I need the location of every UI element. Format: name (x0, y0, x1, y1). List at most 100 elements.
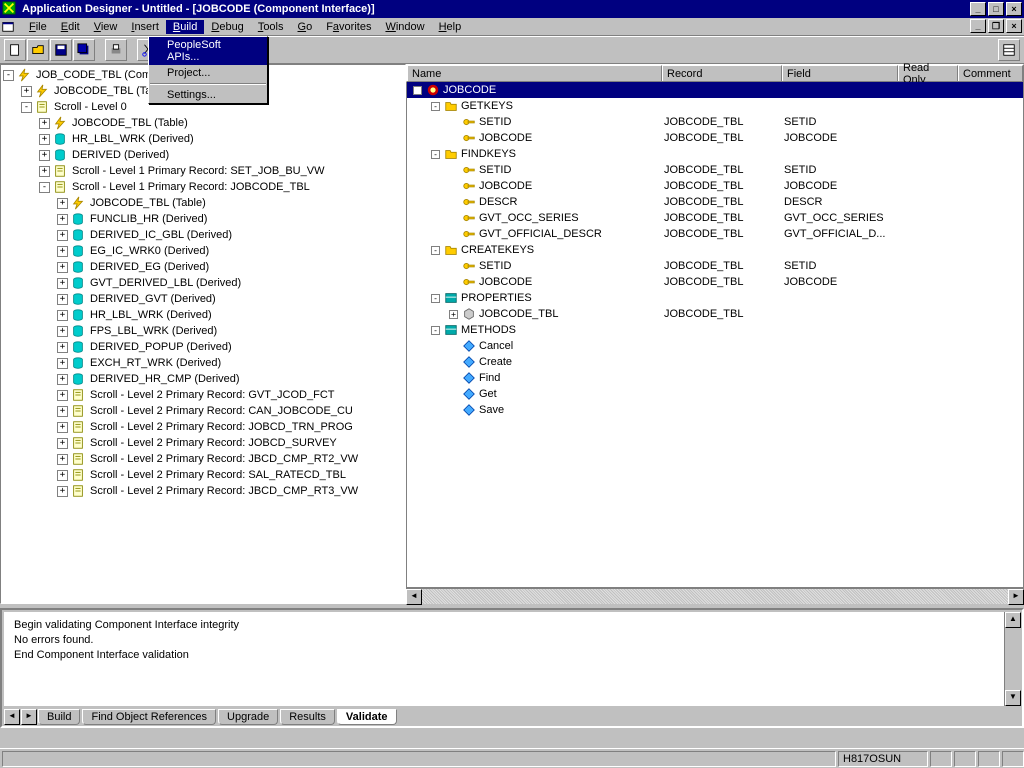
menu-item-peoplesoft-apis[interactable]: PeopleSoft APIs... (149, 37, 267, 65)
mdi-close-button[interactable]: × (1006, 19, 1022, 33)
scroll-left-button[interactable]: ◄ (406, 589, 422, 605)
scroll-up-button[interactable]: ▲ (1005, 612, 1021, 628)
menu-file[interactable]: FFileile (22, 20, 54, 34)
grid-row[interactable]: GVT_OFFICIAL_DESCRJOBCODE_TBLGVT_OFFICIA… (407, 226, 1023, 242)
tree-row[interactable]: +Scroll - Level 2 Primary Record: JOBCD_… (3, 435, 405, 451)
menu-favorites[interactable]: Favorites (319, 20, 378, 34)
grid-row[interactable]: Cancel (407, 338, 1023, 354)
expand-toggle[interactable]: - (431, 294, 440, 303)
menu-debug[interactable]: Debug (204, 20, 250, 34)
tree-row[interactable]: +DERIVED_EG (Derived) (3, 259, 405, 275)
tree-row[interactable]: +EXCH_RT_WRK (Derived) (3, 355, 405, 371)
expand-toggle[interactable]: - (413, 86, 422, 95)
grid-row[interactable]: SETIDJOBCODE_TBLSETID (407, 162, 1023, 178)
grid-row[interactable]: -PROPERTIES (407, 290, 1023, 306)
grid-row[interactable]: -FINDKEYS (407, 146, 1023, 162)
output-tab[interactable]: Validate (337, 709, 397, 725)
menu-tools[interactable]: Tools (251, 20, 291, 34)
expand-toggle[interactable]: + (57, 390, 68, 401)
grid-row[interactable]: JOBCODEJOBCODE_TBLJOBCODE (407, 274, 1023, 290)
col-record[interactable]: Record (662, 65, 782, 81)
expand-toggle[interactable]: + (57, 278, 68, 289)
grid-row[interactable]: JOBCODEJOBCODE_TBLJOBCODE (407, 130, 1023, 146)
expand-toggle[interactable]: + (57, 438, 68, 449)
tree-row[interactable]: +DERIVED_POPUP (Derived) (3, 339, 405, 355)
tree-row[interactable]: +EG_IC_WRK0 (Derived) (3, 243, 405, 259)
grid-row[interactable]: -METHODS (407, 322, 1023, 338)
expand-toggle[interactable]: + (57, 326, 68, 337)
grid-row[interactable]: Create (407, 354, 1023, 370)
tree-row[interactable]: +FUNCLIB_HR (Derived) (3, 211, 405, 227)
tree-row[interactable]: +Scroll - Level 2 Primary Record: JOBCD_… (3, 419, 405, 435)
expand-toggle[interactable]: + (57, 214, 68, 225)
expand-toggle[interactable]: + (449, 310, 458, 319)
expand-toggle[interactable]: + (57, 198, 68, 209)
toolbar-print-button[interactable] (105, 39, 127, 61)
tab-scroll-left-button[interactable]: ◄ (4, 709, 20, 725)
expand-toggle[interactable]: + (21, 86, 32, 97)
tree-row[interactable]: +Scroll - Level 2 Primary Record: SAL_RA… (3, 467, 405, 483)
tree-row[interactable]: +Scroll - Level 2 Primary Record: GVT_JC… (3, 387, 405, 403)
minimize-button[interactable]: _ (970, 2, 986, 16)
toolbar-properties-button[interactable] (998, 39, 1020, 61)
tree-row[interactable]: +DERIVED_GVT (Derived) (3, 291, 405, 307)
grid-row[interactable]: GVT_OCC_SERIESJOBCODE_TBLGVT_OCC_SERIES (407, 210, 1023, 226)
scroll-right-button[interactable]: ► (1008, 589, 1024, 605)
menu-edit[interactable]: Edit (54, 20, 87, 34)
col-comment[interactable]: Comment (958, 65, 1023, 81)
menu-window[interactable]: Window (378, 20, 431, 34)
close-button[interactable]: × (1006, 2, 1022, 16)
tree-row[interactable]: +DERIVED_HR_CMP (Derived) (3, 371, 405, 387)
col-field[interactable]: Field (782, 65, 898, 81)
menu-insert[interactable]: Insert (124, 20, 166, 34)
output-vertical-scrollbar[interactable]: ▲ ▼ (1004, 612, 1020, 706)
expand-toggle[interactable]: + (57, 454, 68, 465)
expand-toggle[interactable]: - (431, 102, 440, 111)
grid-row[interactable]: Find (407, 370, 1023, 386)
grid-row[interactable]: SETIDJOBCODE_TBLSETID (407, 114, 1023, 130)
expand-toggle[interactable]: - (21, 102, 32, 113)
toolbar-new-button[interactable] (4, 39, 26, 61)
output-tab[interactable]: Results (280, 709, 335, 725)
tree-row[interactable]: -Scroll - Level 1 Primary Record: JOBCOD… (3, 179, 405, 195)
menu-item-project[interactable]: Project... (149, 65, 267, 81)
expand-toggle[interactable]: - (3, 70, 14, 81)
expand-toggle[interactable]: + (39, 118, 50, 129)
expand-toggle[interactable]: + (57, 294, 68, 305)
mdi-system-icon[interactable] (1, 19, 17, 35)
menu-view[interactable]: View (87, 20, 125, 34)
toolbar-open-button[interactable] (27, 39, 49, 61)
output-tab[interactable]: Build (38, 709, 80, 725)
grid-row[interactable]: DESCRJOBCODE_TBLDESCR (407, 194, 1023, 210)
expand-toggle[interactable]: + (57, 470, 68, 481)
grid-row[interactable]: -GETKEYS (407, 98, 1023, 114)
tree-row[interactable]: +Scroll - Level 2 Primary Record: JBCD_C… (3, 483, 405, 499)
expand-toggle[interactable]: + (57, 246, 68, 257)
output-tab[interactable]: Find Object References (82, 709, 216, 725)
expand-toggle[interactable]: + (57, 230, 68, 241)
tree-row[interactable]: +JOBCODE_TBL (Table) (3, 195, 405, 211)
grid-row[interactable]: +JOBCODE_TBLJOBCODE_TBL (407, 306, 1023, 322)
expand-toggle[interactable]: + (57, 262, 68, 273)
expand-toggle[interactable]: + (57, 358, 68, 369)
tree-row[interactable]: +Scroll - Level 2 Primary Record: CAN_JO… (3, 403, 405, 419)
toolbar-save-button[interactable] (50, 39, 72, 61)
expand-toggle[interactable]: + (57, 486, 68, 497)
col-name[interactable]: Name (407, 65, 662, 81)
menu-item-settings[interactable]: Settings... (149, 87, 267, 103)
grid-row[interactable]: JOBCODEJOBCODE_TBLJOBCODE (407, 178, 1023, 194)
menu-build[interactable]: Build (166, 20, 204, 34)
tree-row[interactable]: +DERIVED_IC_GBL (Derived) (3, 227, 405, 243)
tree-row[interactable]: +HR_LBL_WRK (Derived) (3, 307, 405, 323)
tab-scroll-right-button[interactable]: ► (21, 709, 37, 725)
grid-row[interactable]: Save (407, 402, 1023, 418)
expand-toggle[interactable]: + (57, 406, 68, 417)
expand-toggle[interactable]: + (39, 134, 50, 145)
expand-toggle[interactable]: + (57, 310, 68, 321)
expand-toggle[interactable]: - (431, 150, 440, 159)
menu-go[interactable]: Go (291, 20, 320, 34)
tree-row[interactable]: +Scroll - Level 1 Primary Record: SET_JO… (3, 163, 405, 179)
tree-row[interactable]: +GVT_DERIVED_LBL (Derived) (3, 275, 405, 291)
expand-toggle[interactable]: + (39, 166, 50, 177)
expand-toggle[interactable]: + (57, 374, 68, 385)
